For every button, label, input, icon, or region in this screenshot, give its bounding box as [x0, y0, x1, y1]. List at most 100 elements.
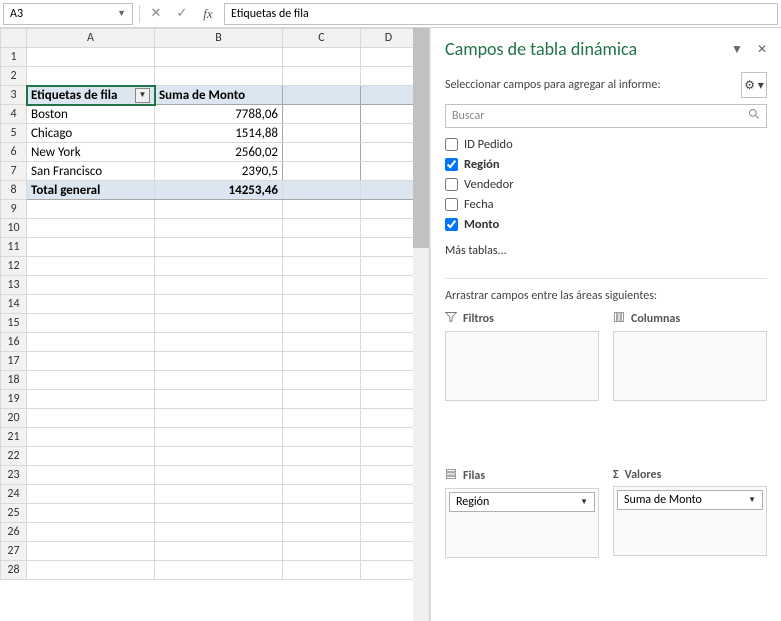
cell-B1[interactable] — [155, 48, 283, 67]
row-header-3[interactable]: 3 — [1, 86, 27, 105]
area-pill-región[interactable]: Región▼ — [449, 492, 595, 512]
cell-A13[interactable] — [27, 276, 155, 295]
cell-A22[interactable] — [27, 447, 155, 466]
cell-D8[interactable] — [361, 181, 417, 200]
row-header-12[interactable]: 12 — [1, 257, 27, 276]
cell-A12[interactable] — [27, 257, 155, 276]
cell-A18[interactable] — [27, 371, 155, 390]
row-header-13[interactable]: 13 — [1, 276, 27, 295]
cell-C20[interactable] — [283, 409, 361, 428]
cell-D20[interactable] — [361, 409, 417, 428]
cell-C6[interactable] — [283, 143, 361, 162]
row-header-26[interactable]: 26 — [1, 523, 27, 542]
name-box[interactable]: A3 ▼ — [3, 3, 133, 25]
cell-A15[interactable] — [27, 314, 155, 333]
cell-B10[interactable] — [155, 219, 283, 238]
cell-C27[interactable] — [283, 542, 361, 561]
cell-D21[interactable] — [361, 428, 417, 447]
cell-B6[interactable]: 2560,02 — [155, 143, 283, 162]
field-item-monto[interactable]: Monto — [445, 214, 767, 234]
row-header-18[interactable]: 18 — [1, 371, 27, 390]
cell-D13[interactable] — [361, 276, 417, 295]
cell-A23[interactable] — [27, 466, 155, 485]
cell-D14[interactable] — [361, 295, 417, 314]
cell-C7[interactable] — [283, 162, 361, 181]
cell-A20[interactable] — [27, 409, 155, 428]
cell-B14[interactable] — [155, 295, 283, 314]
cell-B28[interactable] — [155, 561, 283, 580]
cell-C24[interactable] — [283, 485, 361, 504]
cell-A5[interactable]: Chicago — [27, 124, 155, 143]
cell-D12[interactable] — [361, 257, 417, 276]
field-item-región[interactable]: Región — [445, 154, 767, 174]
row-header-15[interactable]: 15 — [1, 314, 27, 333]
cell-D1[interactable] — [361, 48, 417, 67]
row-header-23[interactable]: 23 — [1, 466, 27, 485]
cell-D5[interactable] — [361, 124, 417, 143]
cell-A16[interactable] — [27, 333, 155, 352]
column-header-D[interactable]: D — [361, 29, 417, 48]
fx-button[interactable]: fx — [198, 6, 218, 22]
cell-D23[interactable] — [361, 466, 417, 485]
row-header-24[interactable]: 24 — [1, 485, 27, 504]
cell-C13[interactable] — [283, 276, 361, 295]
row-header-4[interactable]: 4 — [1, 105, 27, 124]
cell-A4[interactable]: Boston — [27, 105, 155, 124]
cell-A3[interactable]: Etiquetas de fila▼ — [27, 86, 155, 105]
cell-B9[interactable] — [155, 200, 283, 219]
cell-C12[interactable] — [283, 257, 361, 276]
cell-D9[interactable] — [361, 200, 417, 219]
cell-D16[interactable] — [361, 333, 417, 352]
cell-B26[interactable] — [155, 523, 283, 542]
field-checkbox[interactable] — [445, 138, 458, 151]
column-header-A[interactable]: A — [27, 29, 155, 48]
cell-D4[interactable] — [361, 105, 417, 124]
cell-C17[interactable] — [283, 352, 361, 371]
cell-D25[interactable] — [361, 504, 417, 523]
cell-C1[interactable] — [283, 48, 361, 67]
cell-C16[interactable] — [283, 333, 361, 352]
cell-B13[interactable] — [155, 276, 283, 295]
row-header-21[interactable]: 21 — [1, 428, 27, 447]
row-header-16[interactable]: 16 — [1, 333, 27, 352]
cell-D22[interactable] — [361, 447, 417, 466]
cell-B7[interactable]: 2390,5 — [155, 162, 283, 181]
cell-C18[interactable] — [283, 371, 361, 390]
search-input[interactable]: Buscar — [445, 104, 767, 128]
cell-A10[interactable] — [27, 219, 155, 238]
cell-C11[interactable] — [283, 238, 361, 257]
row-header-27[interactable]: 27 — [1, 542, 27, 561]
gear-icon[interactable]: ⚙ ▾ — [741, 72, 767, 98]
cell-D27[interactable] — [361, 542, 417, 561]
cell-D28[interactable] — [361, 561, 417, 580]
cell-C8[interactable] — [283, 181, 361, 200]
row-header-25[interactable]: 25 — [1, 504, 27, 523]
chevron-down-icon[interactable]: ▼ — [731, 42, 743, 57]
cell-B8[interactable]: 14253,46 — [155, 181, 283, 200]
field-item-fecha[interactable]: Fecha — [445, 194, 767, 214]
cell-D10[interactable] — [361, 219, 417, 238]
row-header-9[interactable]: 9 — [1, 200, 27, 219]
area-rows-drop[interactable]: Región▼ — [445, 488, 599, 558]
cell-C25[interactable] — [283, 504, 361, 523]
cell-B16[interactable] — [155, 333, 283, 352]
cell-A17[interactable] — [27, 352, 155, 371]
cell-A7[interactable]: San Francisco — [27, 162, 155, 181]
row-header-14[interactable]: 14 — [1, 295, 27, 314]
cell-C2[interactable] — [283, 67, 361, 86]
cell-C19[interactable] — [283, 390, 361, 409]
cell-C28[interactable] — [283, 561, 361, 580]
cell-A1[interactable] — [27, 48, 155, 67]
cell-D17[interactable] — [361, 352, 417, 371]
cell-D2[interactable] — [361, 67, 417, 86]
formula-input[interactable]: Etiquetas de fila — [224, 3, 778, 25]
row-header-22[interactable]: 22 — [1, 447, 27, 466]
cell-A28[interactable] — [27, 561, 155, 580]
row-header-11[interactable]: 11 — [1, 238, 27, 257]
cell-D15[interactable] — [361, 314, 417, 333]
cell-D3[interactable] — [361, 86, 417, 105]
area-values-drop[interactable]: Suma de Monto▼ — [613, 486, 767, 556]
cell-A25[interactable] — [27, 504, 155, 523]
cell-C3[interactable] — [283, 86, 361, 105]
column-header-C[interactable]: C — [283, 29, 361, 48]
